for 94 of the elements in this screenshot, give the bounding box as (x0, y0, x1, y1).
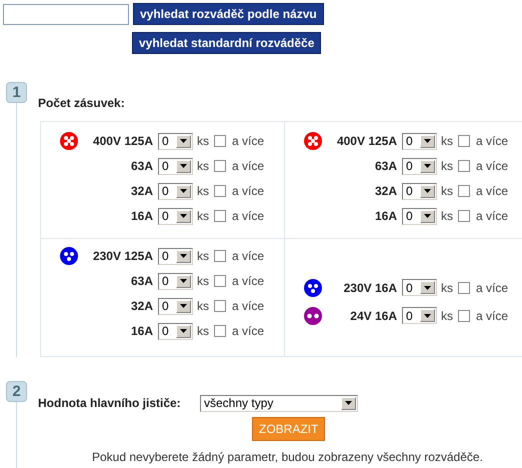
caret-icon (420, 309, 435, 322)
unit-label: ks (197, 158, 209, 175)
caret-icon (420, 160, 435, 172)
checkbox-label: a více (232, 208, 264, 225)
dropdown[interactable]: 0 (158, 132, 193, 150)
hint-text: Pokud nevyberete žádný parametr, budou zobrazeny všechny rozváděče. (91, 449, 484, 466)
checkbox[interactable] (458, 160, 470, 172)
socket-label: 63A (374, 158, 397, 175)
dropdown[interactable]: 0 (158, 272, 193, 290)
checkbox-label: a více (232, 323, 264, 340)
dropdown[interactable]: všechny typy (200, 394, 358, 412)
checkbox-label: a více (232, 248, 264, 265)
checkbox[interactable] (458, 185, 470, 197)
checkbox-label: a více (232, 183, 264, 200)
checkbox-label: a více (232, 158, 264, 175)
socket-label: 16A (130, 208, 153, 225)
socket-label: 63A (130, 158, 153, 175)
dropdown[interactable]: 0 (158, 208, 193, 224)
checkbox[interactable] (214, 250, 226, 262)
unit-label: ks (197, 323, 209, 340)
unit-label: ks (441, 133, 453, 150)
socket-label: 400V 125A (92, 133, 153, 150)
unit-label: ks (197, 273, 209, 290)
dropdown[interactable]: 0 (158, 322, 193, 340)
unit-label: ks (441, 280, 453, 296)
checkbox[interactable] (214, 325, 226, 337)
socket-label: 24V 16A (350, 308, 397, 324)
dropdown[interactable]: 0 (402, 132, 437, 150)
checkbox-label: a více (476, 158, 508, 175)
caret-icon (420, 281, 435, 294)
socket-label: 32A (130, 298, 153, 315)
checkbox[interactable] (214, 160, 226, 172)
step-number-badge: 2 (6, 381, 27, 402)
caret-icon (176, 210, 191, 222)
socket-label: 63A (130, 273, 153, 290)
dropdown[interactable]: 0 (402, 158, 437, 174)
unit-label: ks (197, 298, 209, 315)
dropdown[interactable]: 0 (402, 307, 437, 324)
socket-label: 16A (130, 323, 153, 340)
unit-label: ks (197, 133, 209, 150)
checkbox[interactable] (458, 282, 470, 294)
socket-label: 230V 16A (344, 280, 397, 296)
checkbox-label: a více (476, 133, 508, 150)
checkbox[interactable] (458, 310, 470, 322)
checkbox[interactable] (458, 210, 470, 222)
dropdown[interactable]: 0 (402, 182, 437, 200)
unit-label: ks (197, 208, 209, 225)
caret-icon (176, 134, 191, 148)
checkbox-label: a více (232, 273, 264, 290)
caret-icon (420, 134, 435, 148)
caret-icon (420, 184, 435, 198)
caret-icon (420, 210, 435, 222)
step-number-badge: 1 (6, 82, 27, 103)
checkbox[interactable] (214, 185, 226, 197)
unit-label: ks (441, 158, 453, 175)
caret-icon (176, 160, 191, 172)
checkbox[interactable] (214, 135, 226, 147)
socket-label: 230V 125A (92, 248, 153, 265)
caret-icon (176, 274, 191, 288)
dropdown[interactable]: 0 (158, 182, 193, 200)
unit-label: ks (441, 183, 453, 200)
dropdown[interactable]: 0 (402, 279, 437, 296)
search-by-name-button[interactable]: vyhledat rozváděč podle názvu (133, 3, 324, 25)
standard-search-button[interactable]: vyhledat standardní rozváděče (132, 32, 322, 54)
checkbox-label: a více (476, 208, 508, 225)
checkbox[interactable] (214, 275, 226, 287)
search-field[interactable] (3, 4, 129, 24)
unit-label: ks (197, 248, 209, 265)
checkbox-label: a více (476, 308, 508, 324)
unit-label: ks (441, 208, 453, 225)
checkbox-label: a více (476, 183, 508, 200)
caret-icon (176, 250, 191, 262)
dropdown[interactable]: 0 (158, 158, 193, 174)
unit-label: ks (441, 308, 453, 324)
socket-label: 32A (374, 183, 397, 200)
unit-label: ks (197, 183, 209, 200)
caret-icon (341, 396, 356, 410)
caret-icon (176, 184, 191, 198)
dropdown[interactable]: 0 (402, 208, 437, 224)
socket-label: 16A (374, 208, 397, 225)
caret-icon (176, 300, 191, 312)
checkbox[interactable] (458, 135, 470, 147)
caret-icon (176, 324, 191, 338)
checkbox[interactable] (214, 300, 226, 312)
checkbox-label: a více (476, 280, 508, 296)
dropdown[interactable]: 0 (158, 298, 193, 314)
field-label: Hodnota hlavního jističe: (38, 395, 182, 412)
socket-label: 400V 125A (336, 133, 397, 150)
socket-label: 32A (130, 183, 153, 200)
checkbox-label: a více (232, 298, 264, 315)
dropdown[interactable]: 0 (158, 248, 193, 264)
checkbox[interactable] (214, 210, 226, 222)
section-title: Počet zásuvek: (38, 95, 125, 112)
checkbox-label: a více (232, 133, 264, 150)
